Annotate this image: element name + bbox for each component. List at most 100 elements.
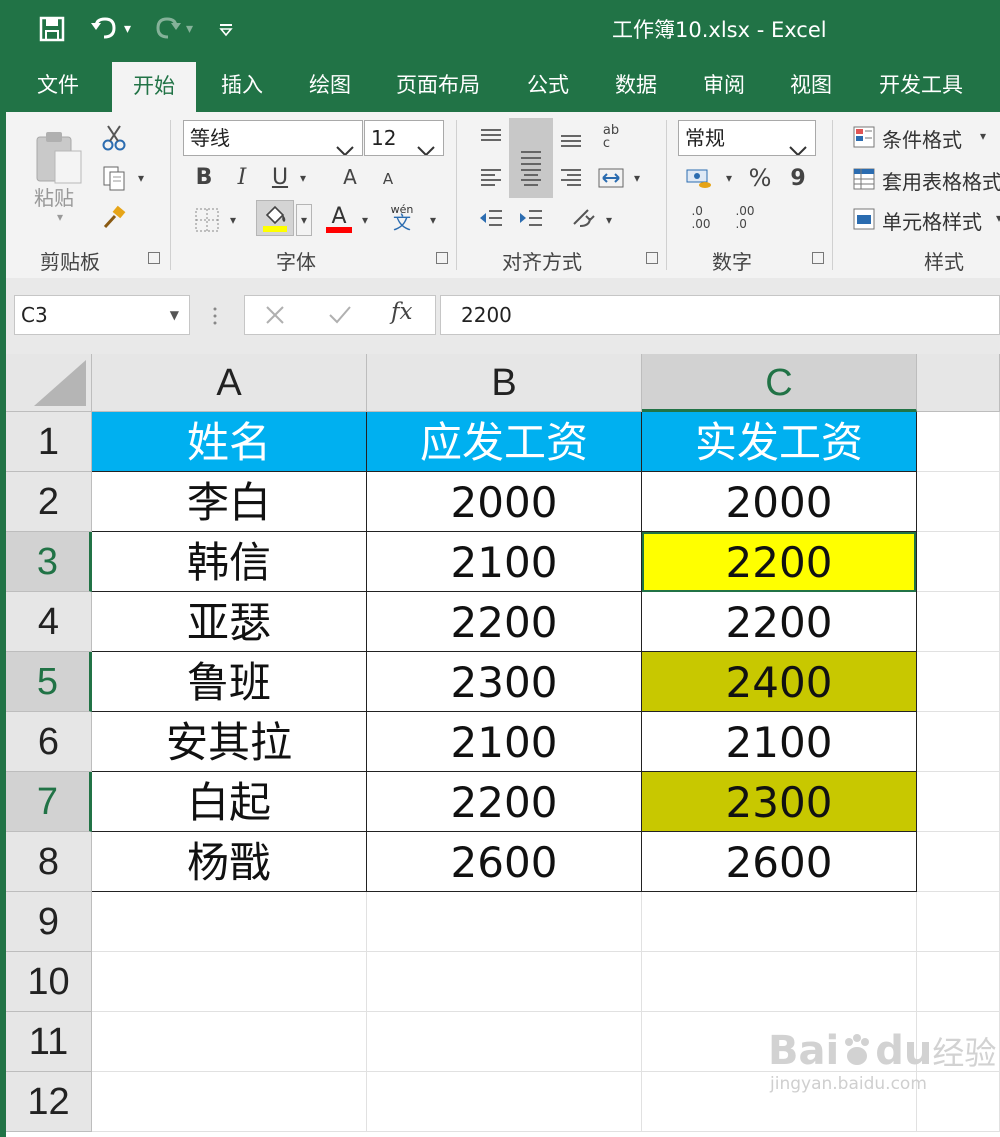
cell-b12[interactable] <box>367 1072 642 1132</box>
clipboard-launcher-icon[interactable] <box>148 252 160 264</box>
accounting-dropdown-icon[interactable]: ▾ <box>722 170 736 186</box>
borders-dropdown-icon[interactable]: ▾ <box>226 212 240 228</box>
wrap-dropdown-icon[interactable]: ▾ <box>602 212 616 228</box>
borders-icon[interactable] <box>190 204 224 236</box>
italic-button[interactable]: I <box>228 162 256 192</box>
cell-c9[interactable] <box>642 892 917 952</box>
undo-dropdown-icon[interactable]: ▾ <box>124 12 131 46</box>
tab-formulas[interactable]: 公式 <box>512 58 584 112</box>
row-header-1[interactable]: 1 <box>6 412 92 472</box>
tab-review[interactable]: 审阅 <box>686 58 762 112</box>
copy-icon[interactable] <box>98 162 130 194</box>
paste-label[interactable]: 粘贴 <box>34 182 74 211</box>
fill-color-button[interactable] <box>256 200 294 236</box>
cell-b6[interactable]: 2100 <box>367 712 642 772</box>
tab-file[interactable]: 文件 <box>20 58 96 112</box>
cell-d1[interactable] <box>917 412 1000 472</box>
font-color-button[interactable]: A <box>322 200 356 236</box>
bold-button[interactable]: B <box>190 162 218 192</box>
comma-style-button[interactable]: 9 <box>784 162 812 194</box>
insert-function-button[interactable]: fx <box>391 299 412 325</box>
format-as-table-icon[interactable] <box>850 164 878 194</box>
number-format-combo[interactable]: 常规 <box>678 120 816 156</box>
save-icon[interactable] <box>38 12 66 46</box>
align-center-icon[interactable] <box>514 162 548 194</box>
cell-styles-dropdown-icon[interactable]: ▾ <box>992 210 1000 226</box>
cell-b11[interactable] <box>367 1012 642 1072</box>
cell-b5[interactable]: 2300 <box>367 652 642 712</box>
cell-b8[interactable]: 2600 <box>367 832 642 892</box>
redo-dropdown-icon[interactable]: ▾ <box>186 12 193 46</box>
cell-a3[interactable]: 韩信 <box>92 532 367 592</box>
row-header-8[interactable]: 8 <box>6 832 92 892</box>
merge-dropdown-icon[interactable]: ▾ <box>630 170 644 186</box>
tab-page-layout[interactable]: 页面布局 <box>386 58 490 112</box>
copy-dropdown-icon[interactable]: ▾ <box>134 170 148 186</box>
tab-insert[interactable]: 插入 <box>204 58 280 112</box>
decrease-indent-icon[interactable] <box>474 202 508 234</box>
tab-view[interactable]: 视图 <box>774 58 848 112</box>
cell-a10[interactable] <box>92 952 367 1012</box>
font-name-combo[interactable]: 等线 <box>183 120 363 156</box>
formula-bar-splitter-icon[interactable] <box>212 304 218 328</box>
cell-d10[interactable] <box>917 952 1000 1012</box>
cell-c7[interactable]: 2300 <box>642 772 917 832</box>
row-header-2[interactable]: 2 <box>6 472 92 532</box>
undo-icon[interactable] <box>90 12 120 46</box>
row-header-3[interactable]: 3 <box>6 532 92 592</box>
merge-center-icon[interactable] <box>594 162 628 194</box>
row-header-4[interactable]: 4 <box>6 592 92 652</box>
conditional-format-button[interactable]: 条件格式 <box>882 124 962 153</box>
cell-d6[interactable] <box>917 712 1000 772</box>
customize-qat-icon[interactable] <box>218 12 234 46</box>
cell-styles-icon[interactable] <box>850 204 878 234</box>
cell-b10[interactable] <box>367 952 642 1012</box>
cell-c5[interactable]: 2400 <box>642 652 917 712</box>
column-header-a[interactable]: A <box>92 354 367 412</box>
cell-a11[interactable] <box>92 1012 367 1072</box>
shrink-font-button[interactable]: A <box>376 166 400 192</box>
wrap-text-icon[interactable] <box>566 202 600 234</box>
cell-a1[interactable]: 姓名 <box>92 412 367 472</box>
name-box[interactable]: C3 ▼ <box>14 295 190 335</box>
cell-d8[interactable] <box>917 832 1000 892</box>
orientation-icon[interactable]: ab c <box>594 120 628 154</box>
redo-icon[interactable] <box>152 12 182 46</box>
fill-color-dropdown-icon[interactable]: ▾ <box>296 204 312 236</box>
underline-button[interactable]: U <box>266 162 294 192</box>
row-header-11[interactable]: 11 <box>6 1012 92 1072</box>
font-launcher-icon[interactable] <box>436 252 448 264</box>
cell-a2[interactable]: 李白 <box>92 472 367 532</box>
cell-a7[interactable]: 白起 <box>92 772 367 832</box>
increase-indent-icon[interactable] <box>514 202 548 234</box>
align-top-icon[interactable] <box>474 122 508 152</box>
cell-styles-button[interactable]: 单元格样式 <box>882 206 982 235</box>
cell-b2[interactable]: 2000 <box>367 472 642 532</box>
underline-dropdown-icon[interactable]: ▾ <box>296 170 310 186</box>
cell-d7[interactable] <box>917 772 1000 832</box>
cell-b1[interactable]: 应发工资 <box>367 412 642 472</box>
cell-c10[interactable] <box>642 952 917 1012</box>
conditional-dropdown-icon[interactable]: ▾ <box>976 128 990 144</box>
alignment-launcher-icon[interactable] <box>646 252 658 264</box>
tab-data[interactable]: 数据 <box>598 58 674 112</box>
format-painter-icon[interactable] <box>98 202 130 234</box>
row-header-9[interactable]: 9 <box>6 892 92 952</box>
conditional-format-icon[interactable] <box>850 122 878 152</box>
column-header-b[interactable]: B <box>367 354 642 412</box>
cell-d4[interactable] <box>917 592 1000 652</box>
accounting-format-icon[interactable] <box>682 162 716 194</box>
row-header-12[interactable]: 12 <box>6 1072 92 1132</box>
column-header-d[interactable] <box>917 354 1000 412</box>
cell-b3[interactable]: 2100 <box>367 532 642 592</box>
align-left-icon[interactable] <box>474 162 508 194</box>
cell-c2[interactable]: 2000 <box>642 472 917 532</box>
format-as-table-button[interactable]: 套用表格格式 <box>882 166 1000 195</box>
row-header-6[interactable]: 6 <box>6 712 92 772</box>
cell-b7[interactable]: 2200 <box>367 772 642 832</box>
tab-home[interactable]: 开始 <box>112 62 196 112</box>
cancel-icon[interactable] <box>263 303 287 331</box>
cell-a12[interactable] <box>92 1072 367 1132</box>
align-bottom-icon[interactable] <box>554 122 588 156</box>
cell-a6[interactable]: 安其拉 <box>92 712 367 772</box>
